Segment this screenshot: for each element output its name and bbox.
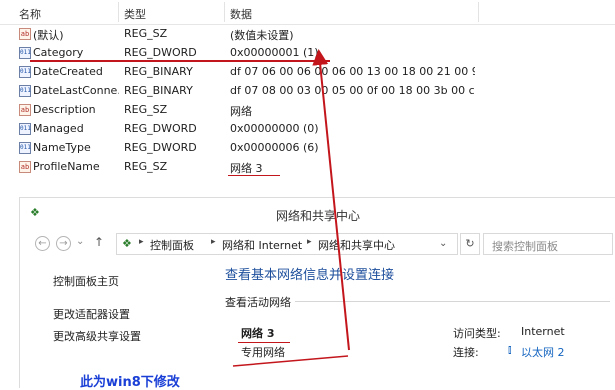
annotation-arrows [232, 49, 350, 367]
arrow-connector [232, 355, 349, 367]
annotation-caption: 此为win8下修改 [80, 375, 180, 390]
arrow-to-category [312, 49, 350, 351]
